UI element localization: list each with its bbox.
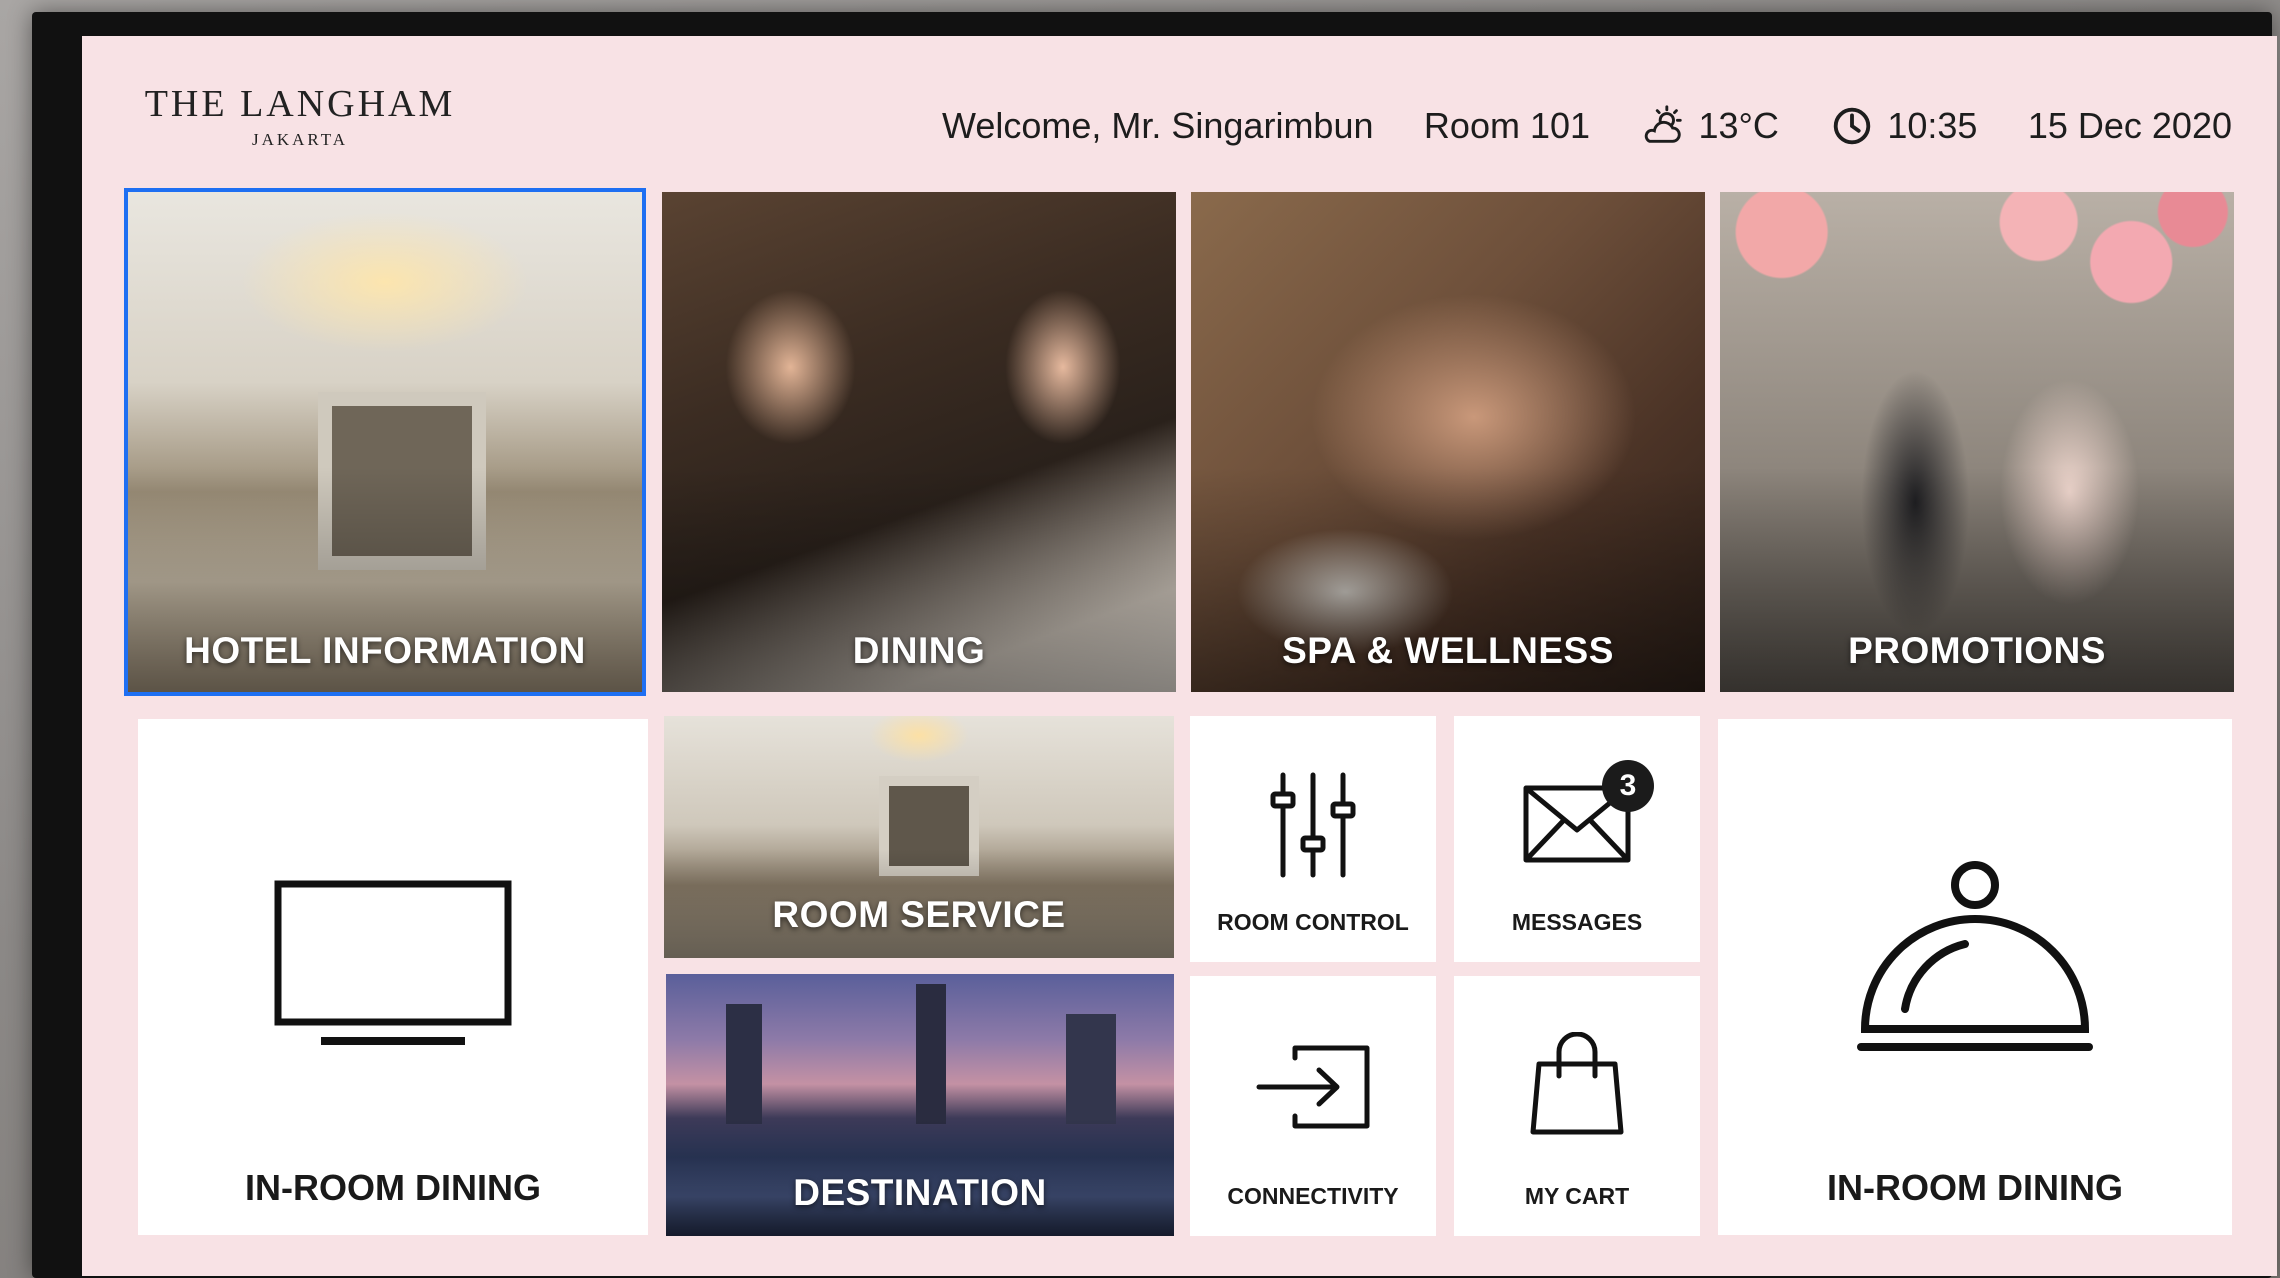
welcome-text: Welcome, Mr. Singarimbun bbox=[942, 105, 1374, 146]
tile-connectivity[interactable]: CONNECTIVITY bbox=[1190, 976, 1436, 1236]
tile-messages[interactable]: 3 MESSAGES bbox=[1454, 716, 1700, 962]
clock: 10:35 bbox=[1829, 103, 1977, 149]
tile-dining[interactable]: DINING bbox=[662, 192, 1176, 692]
tile-label: SPA & WELLNESS bbox=[1282, 630, 1614, 671]
tv-frame: THE LANGHAM JAKARTA Welcome, Mr. Singari… bbox=[32, 12, 2277, 1278]
tile-shade bbox=[128, 192, 642, 692]
status-bar: Welcome, Mr. Singarimbun Room 101 13°C 1… bbox=[942, 96, 2232, 156]
clock-icon bbox=[1834, 107, 1871, 145]
tile-label: ROOM SERVICE bbox=[772, 894, 1066, 935]
tile-label: DESTINATION bbox=[793, 1172, 1047, 1213]
tile-shade bbox=[1191, 192, 1705, 692]
tile-shade bbox=[1720, 192, 2234, 692]
logo-location: JAKARTA bbox=[251, 130, 349, 149]
tv-icon bbox=[274, 880, 512, 1045]
partly-cloudy-icon bbox=[1645, 105, 1683, 143]
temperature: 13°C bbox=[1698, 105, 1779, 146]
tile-label: PROMOTIONS bbox=[1848, 630, 2106, 671]
tv-screen: THE LANGHAM JAKARTA Welcome, Mr. Singari… bbox=[82, 36, 2277, 1276]
shopping-bag-icon bbox=[1530, 1032, 1624, 1135]
sliders-icon bbox=[1270, 772, 1356, 878]
time: 10:35 bbox=[1887, 105, 1978, 146]
tile-my-cart[interactable]: MY CART bbox=[1454, 976, 1700, 1236]
tile-destination[interactable]: DESTINATION bbox=[666, 974, 1174, 1236]
tile-label: IN-ROOM DINING bbox=[245, 1167, 541, 1208]
tile-promotions[interactable]: PROMOTIONS bbox=[1720, 192, 2234, 692]
tile-label: DINING bbox=[852, 630, 986, 671]
tile-label: HOTEL INFORMATION bbox=[184, 630, 586, 671]
tile-label: MY CART bbox=[1524, 1183, 1630, 1209]
weather: 13°C bbox=[1640, 103, 1779, 149]
messages-badge: 3 bbox=[1602, 760, 1654, 812]
tile-shade bbox=[662, 192, 1176, 692]
tile-label: CONNECTIVITY bbox=[1227, 1183, 1399, 1209]
tile-label: IN-ROOM DINING bbox=[1827, 1167, 2123, 1208]
tile-label: ROOM CONTROL bbox=[1217, 909, 1409, 935]
tile-room-control[interactable]: ROOM CONTROL bbox=[1190, 716, 1436, 962]
tile-spa-wellness[interactable]: SPA & WELLNESS bbox=[1191, 192, 1705, 692]
logo-name: THE LANGHAM bbox=[144, 83, 456, 125]
input-arrow-icon bbox=[1256, 1045, 1370, 1129]
tile-hotel-information[interactable]: HOTEL INFORMATION bbox=[124, 188, 646, 696]
tile-label: MESSAGES bbox=[1511, 909, 1643, 935]
cloche-icon bbox=[1857, 861, 2093, 1051]
hotel-logo: THE LANGHAM JAKARTA bbox=[130, 82, 470, 150]
date: 15 Dec 2020 bbox=[2027, 105, 2232, 146]
tile-in-room-dining-tv[interactable]: IN-ROOM DINING bbox=[138, 719, 648, 1235]
tile-in-room-dining-cloche[interactable]: IN-ROOM DINING bbox=[1718, 719, 2232, 1235]
tile-room-service[interactable]: ROOM SERVICE bbox=[664, 716, 1174, 958]
room-number: Room 101 bbox=[1423, 105, 1591, 146]
